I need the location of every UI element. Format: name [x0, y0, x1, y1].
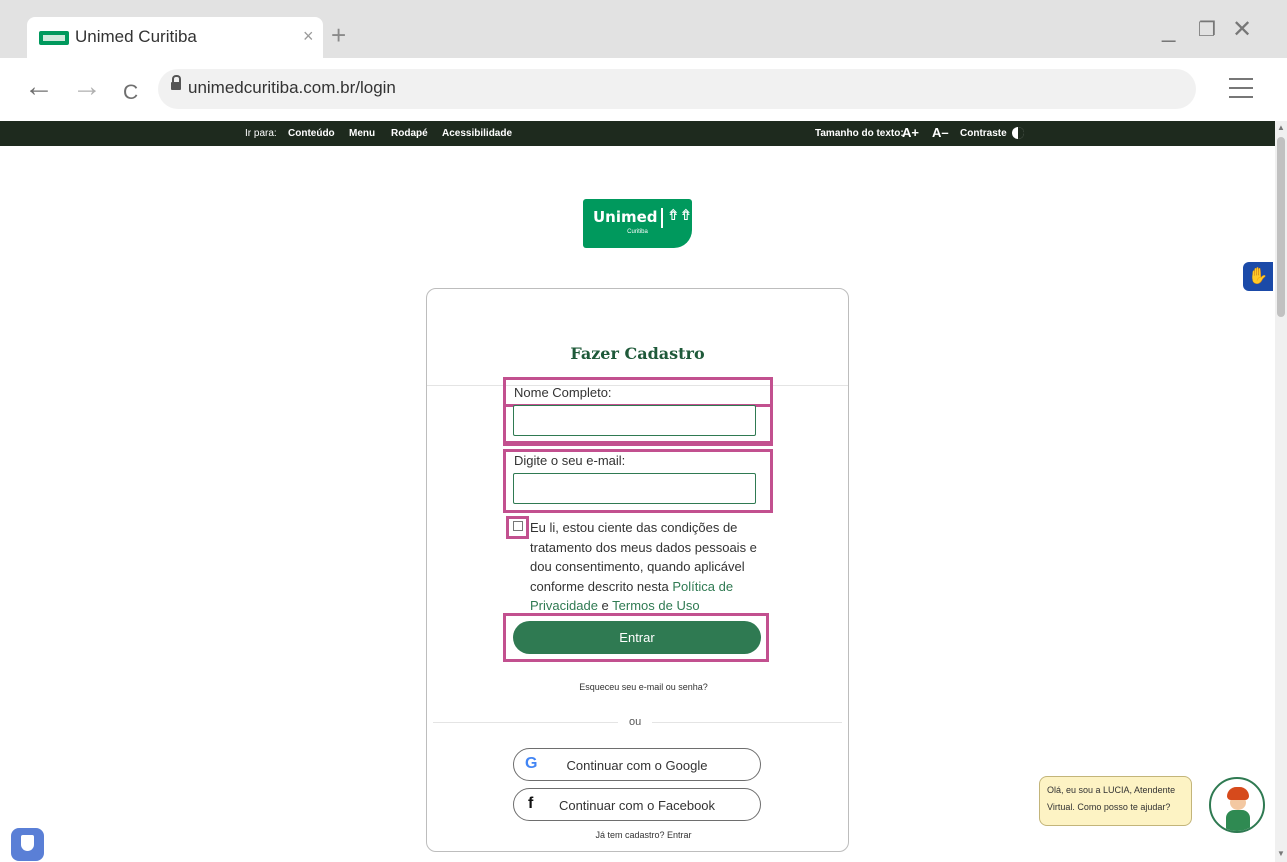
or-divider-left	[433, 722, 618, 723]
lucia-avatar-icon[interactable]	[1209, 777, 1265, 833]
logo-divider	[661, 208, 663, 228]
chat-bubble[interactable]: Olá, eu sou a LUCIA, Atendente Virtual. …	[1039, 776, 1192, 826]
terms-of-use-link[interactable]: Termos de Uso	[612, 598, 699, 613]
scroll-thumb[interactable]	[1277, 137, 1285, 317]
tab-title: Unimed Curitiba	[75, 27, 197, 46]
scroll-down-arrow-icon[interactable]: ▼	[1277, 849, 1285, 858]
consent-text: Eu li, estou ciente das condições de tra…	[530, 518, 760, 616]
facebook-login-label: Continuar com o Facebook	[558, 798, 716, 813]
url-text: unimedcuritiba.com.br/login	[188, 78, 396, 97]
reload-icon[interactable]: C	[123, 78, 138, 108]
skip-link-menu[interactable]: Menu	[349, 128, 375, 139]
email-group-highlight	[503, 449, 773, 513]
facebook-login-button[interactable]: f Continuar com o Facebook	[513, 788, 761, 821]
unimed-favicon-icon	[39, 31, 69, 45]
restore-button[interactable]: ❐	[1198, 18, 1216, 42]
increase-text-button[interactable]: A+	[902, 125, 919, 140]
browser-menu-icon[interactable]	[1229, 78, 1253, 98]
logo-name: Unimed	[593, 208, 658, 226]
already-registered-link[interactable]: Já tem cadastro? Entrar	[0, 830, 1287, 840]
google-login-label: Continuar com o Google	[566, 758, 708, 773]
back-arrow-icon[interactable]: ←	[24, 72, 54, 102]
page-scrollbar[interactable]: ▲ ▼	[1275, 121, 1287, 862]
unimed-mark-icon: ⇮⇮	[667, 207, 693, 224]
entrar-button[interactable]: Entrar	[513, 621, 761, 654]
tab-close-icon[interactable]: ×	[303, 26, 314, 47]
skip-to-label: Ir para:	[245, 128, 277, 139]
scroll-up-arrow-icon[interactable]: ▲	[1277, 123, 1285, 132]
or-label: ou	[629, 716, 642, 728]
close-window-button[interactable]: ✕	[1232, 18, 1252, 42]
forward-arrow-icon[interactable]: →	[72, 72, 102, 102]
address-bar[interactable]: unimedcuritiba.com.br/login	[158, 69, 1196, 109]
unimed-logo[interactable]: Unimed ⇮⇮ Curitiba	[583, 199, 692, 248]
minimize-button[interactable]: _	[1162, 18, 1175, 42]
skip-link-accessibility[interactable]: Acessibilidade	[442, 128, 512, 139]
chat-message: Olá, eu sou a LUCIA, Atendente Virtual. …	[1047, 785, 1176, 812]
card-title: Fazer Cadastro	[570, 344, 705, 363]
contrast-icon[interactable]	[1012, 127, 1024, 139]
accessibility-bar: Ir para: Conteúdo Menu Rodapé Acessibili…	[0, 121, 1275, 146]
vlibras-hand-icon[interactable]: ✋	[1243, 262, 1273, 291]
browser-nav-bar: ← → C unimedcuritiba.com.br/login	[0, 58, 1287, 120]
logo-subtitle: Curitiba	[627, 229, 648, 235]
google-login-button[interactable]: G Continuar com o Google	[513, 748, 761, 781]
forgot-credentials-link[interactable]: Esqueceu seu e-mail ou senha?	[0, 682, 1287, 692]
contrast-button[interactable]: Contraste	[960, 128, 1007, 139]
text-size-label: Tamanho do texto:	[815, 128, 904, 139]
consent-checkbox[interactable]	[513, 521, 523, 531]
skip-link-footer[interactable]: Rodapé	[391, 128, 428, 139]
browser-tab[interactable]: Unimed Curitiba ×	[27, 17, 323, 58]
name-group-highlight	[503, 377, 773, 444]
browser-tab-bar: Unimed Curitiba × + _ ❐ ✕	[0, 0, 1287, 58]
consent-conjunction: e	[597, 598, 613, 613]
privacy-shield-icon[interactable]	[11, 828, 44, 861]
skip-link-content[interactable]: Conteúdo	[288, 128, 335, 139]
lock-icon	[171, 75, 181, 90]
or-divider-right	[652, 722, 842, 723]
new-tab-button[interactable]: +	[331, 22, 346, 48]
decrease-text-button[interactable]: A–	[932, 125, 949, 140]
